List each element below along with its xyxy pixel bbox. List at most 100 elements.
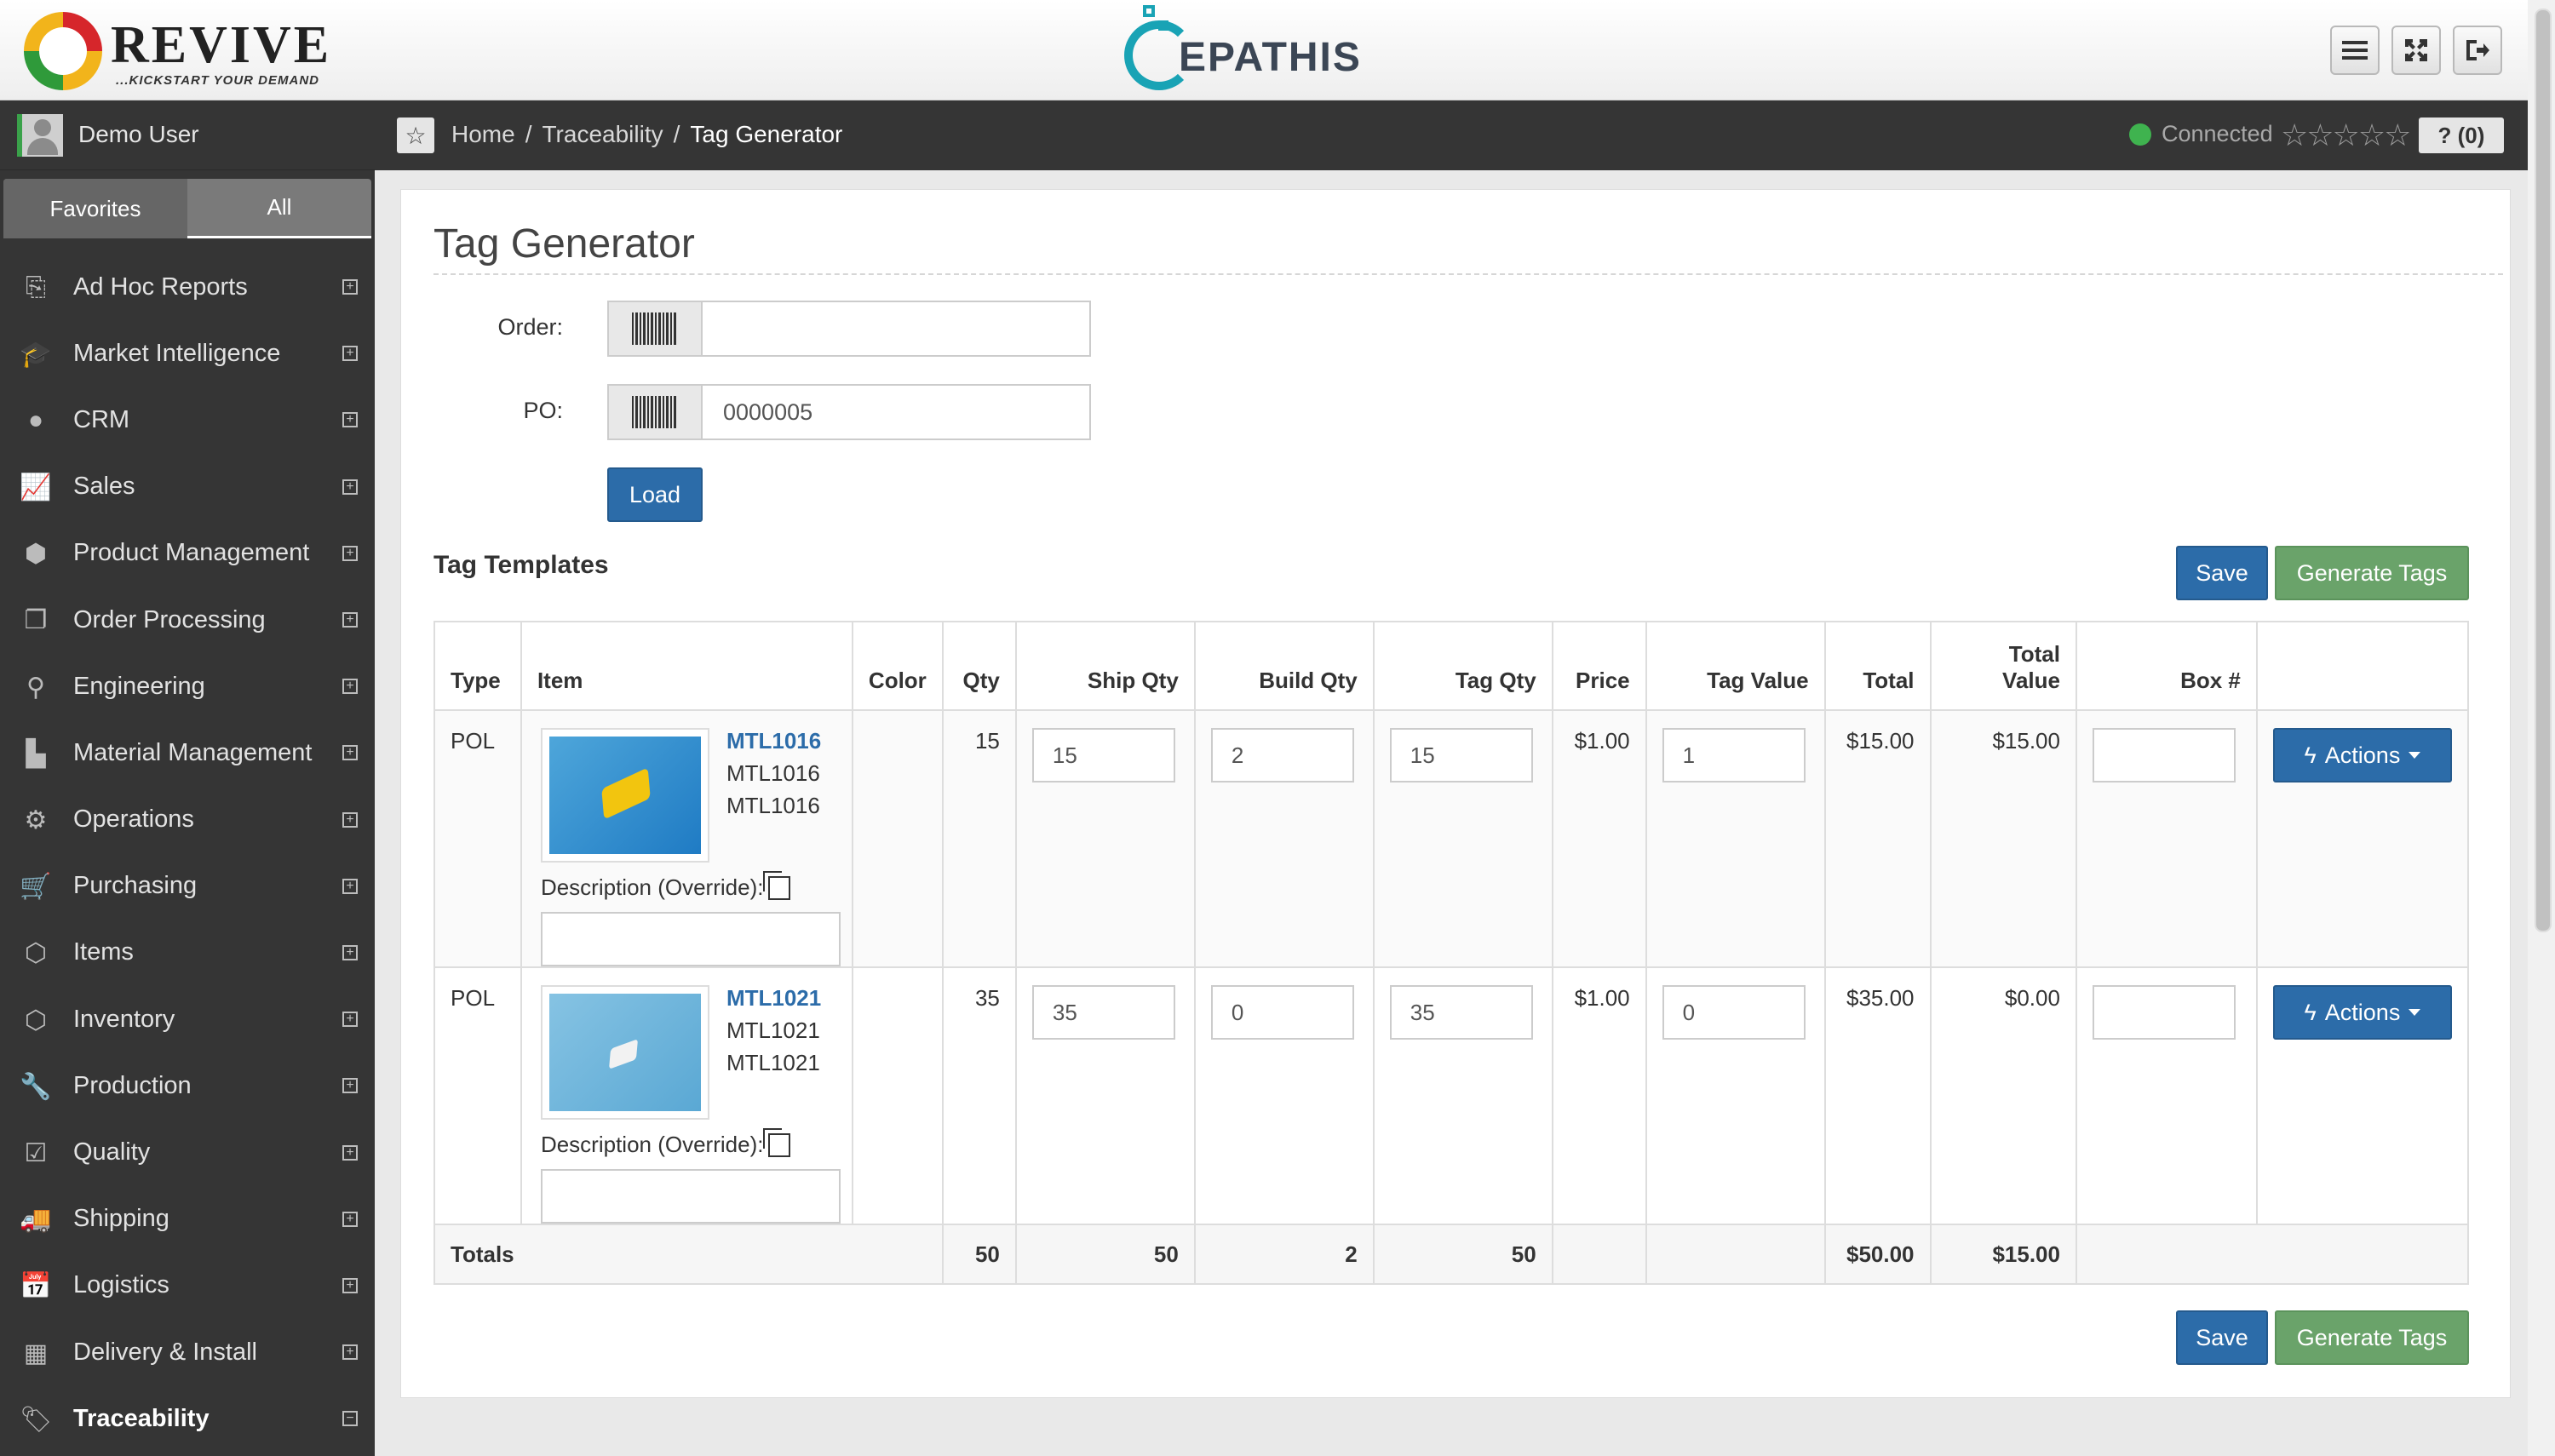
- sidebar-item-delivery-install[interactable]: ▦ Delivery & Install +: [0, 1319, 375, 1385]
- sidebar-item-inventory[interactable]: ⬡ Inventory +: [0, 986, 375, 1052]
- col-price[interactable]: Price: [1551, 621, 1647, 711]
- bolt-icon: ϟ: [2304, 999, 2317, 1025]
- col-total[interactable]: Total: [1823, 621, 1932, 711]
- col-type[interactable]: Type: [433, 621, 522, 711]
- sidebar-item-quality[interactable]: ☑ Quality +: [0, 1119, 375, 1185]
- expand-icon[interactable]: +: [342, 679, 358, 695]
- sidebar-item-items[interactable]: ⬡ Items +: [0, 920, 375, 986]
- tag-value-input[interactable]: 0: [1662, 985, 1806, 1040]
- expand-icon[interactable]: +: [342, 279, 358, 295]
- barcode-icon: [632, 396, 678, 428]
- breadcrumb-home[interactable]: Home: [451, 121, 515, 148]
- expand-icon[interactable]: +: [342, 1144, 358, 1161]
- sidebar-item-market-intelligence[interactable]: 🎓 Market Intelligence +: [0, 320, 375, 387]
- sidebar-item-product-management[interactable]: ⬢ Product Management +: [0, 520, 375, 587]
- expand-icon[interactable]: +: [342, 612, 358, 628]
- sidebar-item-shipping[interactable]: 🚚 Shipping +: [0, 1186, 375, 1253]
- sidebar-item-operations[interactable]: ⚙ Operations +: [0, 787, 375, 853]
- user-name: Demo User: [78, 121, 199, 147]
- po-input[interactable]: 0000005: [701, 384, 1091, 440]
- description-override-label: Description (Override):: [541, 1127, 791, 1158]
- expand-icon[interactable]: +: [342, 1277, 358, 1293]
- expand-icon[interactable]: +: [342, 479, 358, 495]
- save-button-bottom[interactable]: Save: [2176, 1310, 2268, 1365]
- rating-stars[interactable]: ☆☆☆☆☆: [2281, 118, 2411, 153]
- generate-tags-button-top[interactable]: Generate Tags: [2275, 546, 2469, 600]
- sidebar-item-purchasing[interactable]: 🛒 Purchasing +: [0, 853, 375, 920]
- cubes-icon: ⬡: [24, 939, 48, 968]
- tab-all[interactable]: All: [187, 179, 371, 238]
- col-build-qty[interactable]: Build Qty: [1193, 621, 1375, 711]
- item-thumbnail[interactable]: [540, 985, 709, 1120]
- col-total-value[interactable]: Total Value: [1929, 621, 2077, 711]
- sidebar-item-sales[interactable]: 📈 Sales +: [0, 454, 375, 520]
- po-barcode-addon[interactable]: [607, 384, 703, 440]
- page-scrollbar[interactable]: [2528, 0, 2555, 1456]
- col-box[interactable]: Box #: [2075, 621, 2258, 711]
- order-barcode-addon[interactable]: [607, 301, 703, 357]
- copy-icon[interactable]: [763, 870, 791, 900]
- generate-tags-button-bottom[interactable]: Generate Tags: [2275, 1310, 2469, 1365]
- expand-icon[interactable]: +: [342, 745, 358, 761]
- item-code-link[interactable]: MTL1021: [726, 985, 821, 1012]
- expand-icon[interactable]: +: [342, 545, 358, 561]
- tag-qty-input[interactable]: 35: [1389, 985, 1533, 1040]
- tab-favorites[interactable]: Favorites: [3, 179, 187, 238]
- build-qty-input[interactable]: 2: [1210, 728, 1354, 782]
- build-qty-input[interactable]: 0: [1210, 985, 1354, 1040]
- expand-icon[interactable]: +: [342, 1078, 358, 1094]
- sidebar-item-logistics[interactable]: 📅 Logistics +: [0, 1253, 375, 1319]
- item-code-link[interactable]: MTL1016: [726, 728, 821, 754]
- col-item[interactable]: Item: [520, 621, 853, 711]
- menu-button[interactable]: [2330, 26, 2380, 75]
- sidebar-item-traceability[interactable]: 🏷 Traceability −: [0, 1385, 375, 1452]
- sidebar-item-material-management[interactable]: ▙ Material Management +: [0, 719, 375, 786]
- save-button-top[interactable]: Save: [2176, 546, 2268, 600]
- load-button[interactable]: Load: [607, 467, 703, 522]
- description-override-input[interactable]: [540, 1169, 841, 1224]
- tag-value-input[interactable]: 1: [1662, 728, 1806, 782]
- tag-qty-input[interactable]: 15: [1389, 728, 1533, 782]
- sidebar-item-engineering[interactable]: ⚲ Engineering +: [0, 653, 375, 719]
- col-color[interactable]: Color: [851, 621, 944, 711]
- actions-dropdown-button[interactable]: ϟ Actions: [2272, 985, 2452, 1040]
- sidebar-item-label: Purchasing: [73, 872, 198, 900]
- breadcrumb-traceability[interactable]: Traceability: [542, 121, 663, 148]
- totals-total-value: $15.00: [1929, 1224, 2077, 1285]
- expand-icon[interactable]: +: [342, 412, 358, 428]
- logout-button[interactable]: [2453, 26, 2502, 75]
- description-override-input[interactable]: [540, 912, 841, 966]
- expand-icon[interactable]: +: [342, 1344, 358, 1361]
- fullscreen-button[interactable]: [2391, 26, 2441, 75]
- col-tag-qty[interactable]: Tag Qty: [1372, 621, 1553, 711]
- ship-qty-input[interactable]: 35: [1031, 985, 1175, 1040]
- box-number-input[interactable]: [2092, 728, 2236, 782]
- expand-icon[interactable]: +: [342, 944, 358, 960]
- expand-icon[interactable]: +: [342, 811, 358, 828]
- copy-icon[interactable]: [763, 1127, 791, 1157]
- expand-icon[interactable]: +: [342, 1012, 358, 1028]
- favorite-star-button[interactable]: ☆: [397, 118, 434, 153]
- actions-dropdown-button[interactable]: ϟ Actions: [2272, 728, 2452, 782]
- col-tag-value[interactable]: Tag Value: [1645, 621, 1826, 711]
- bolt-icon: ϟ: [2304, 742, 2317, 768]
- ship-qty-input[interactable]: 15: [1031, 728, 1175, 782]
- sidebar-item-crm[interactable]: ● CRM +: [0, 387, 375, 453]
- collapse-icon[interactable]: −: [342, 1411, 358, 1427]
- sidebar-item-ad-hoc-reports[interactable]: ⎘ Ad Hoc Reports +: [0, 254, 375, 320]
- expand-icon[interactable]: +: [342, 878, 358, 894]
- box-number-input[interactable]: [2092, 985, 2236, 1040]
- sidebar-item-production[interactable]: 🔧 Production +: [0, 1052, 375, 1119]
- scrollbar-thumb[interactable]: [2535, 9, 2552, 932]
- order-input[interactable]: [701, 301, 1091, 357]
- col-qty[interactable]: Qty: [941, 621, 1017, 711]
- col-ship-qty[interactable]: Ship Qty: [1014, 621, 1196, 711]
- expand-icon[interactable]: +: [342, 1211, 358, 1227]
- item-thumbnail[interactable]: [540, 728, 709, 863]
- sidebar-item-label: Production: [73, 1071, 192, 1099]
- sidebar-item-order-processing[interactable]: ❐ Order Processing +: [0, 587, 375, 653]
- help-button[interactable]: ? (0): [2419, 118, 2504, 153]
- center-brand-name: EPATHIS: [1179, 35, 1362, 80]
- user-panel[interactable]: Demo User: [0, 100, 375, 170]
- expand-icon[interactable]: +: [342, 346, 358, 362]
